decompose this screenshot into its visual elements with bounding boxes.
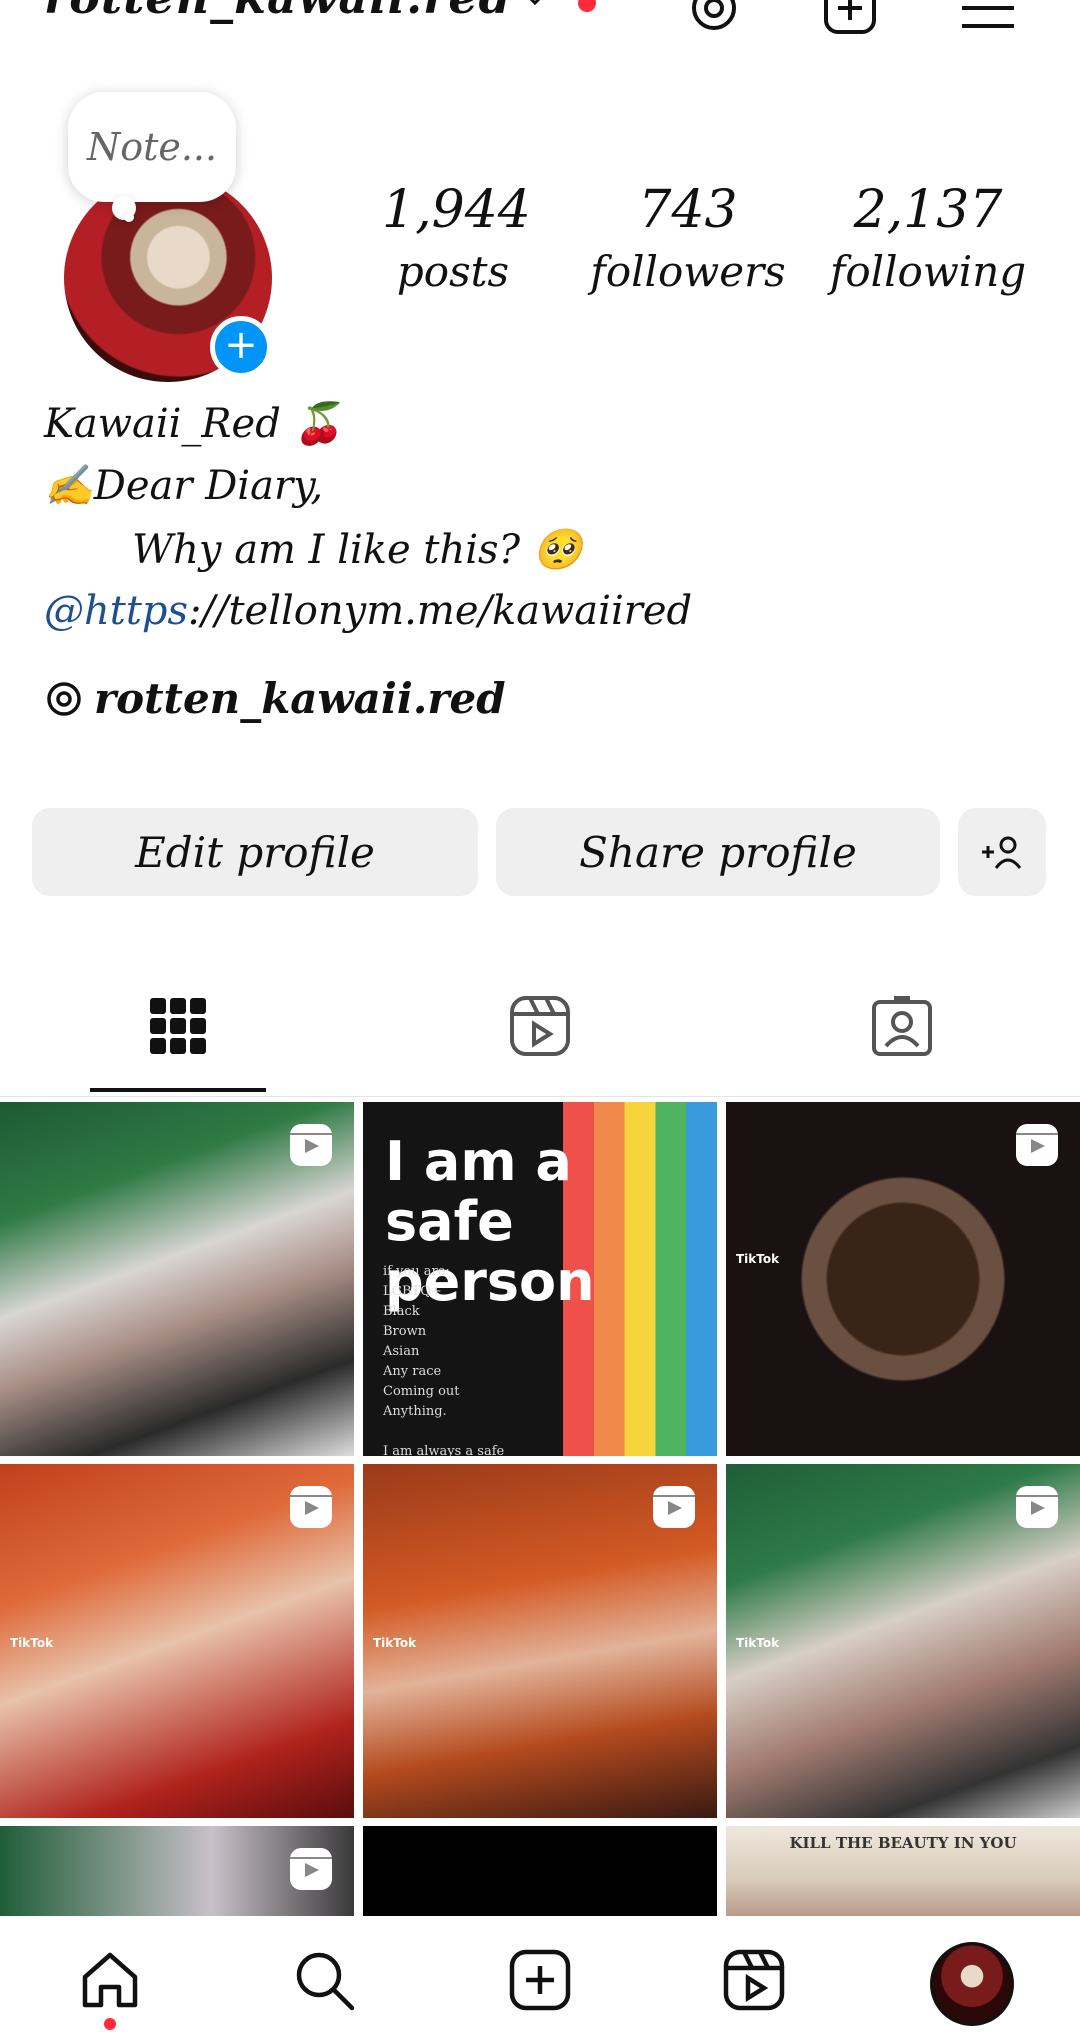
followers-label: followers	[590, 247, 786, 296]
kill-beauty-title: KILL THE BEAUTY IN YOU	[789, 1834, 1017, 1852]
threads-icon[interactable]	[684, 0, 744, 38]
grid-post[interactable]: TikTok	[726, 1102, 1080, 1456]
note-bubble[interactable]: Note...	[68, 92, 236, 202]
tab-posts-grid[interactable]	[128, 986, 228, 1066]
following-label: following	[829, 247, 1027, 296]
bio-link[interactable]: @https://tellonym.me/kawaiired	[44, 588, 692, 634]
safe-person-body: if you are: LGBTQ+ Black Brown Asian Any…	[383, 1264, 505, 1456]
hamburger-menu-icon[interactable]	[958, 0, 1018, 38]
posts-label: posts	[396, 247, 510, 296]
top-bar: rotten_kawaii.red	[0, 0, 1080, 40]
followers-count: 743	[638, 180, 738, 240]
tiktok-watermark: TikTok	[373, 1636, 417, 1650]
nav-profile-avatar[interactable]	[930, 1942, 1014, 2026]
threads-handle: rotten_kawaii.red	[94, 674, 506, 723]
reel-badge-icon	[290, 1486, 332, 1528]
tiktok-watermark: TikTok	[736, 1636, 780, 1650]
notification-dot	[578, 0, 596, 12]
grid-post[interactable]	[0, 1826, 354, 1916]
reel-badge-icon	[290, 1848, 332, 1890]
grid-post[interactable]	[363, 1826, 717, 1916]
tiktok-watermark: TikTok	[10, 1636, 54, 1650]
threads-icon	[47, 681, 81, 716]
account-switcher-username[interactable]: rotten_kawaii.red	[44, 0, 512, 24]
nav-create[interactable]	[502, 1942, 578, 2018]
search-icon	[296, 1952, 355, 2011]
grid-post[interactable]: I am a safe person if you are: LGBTQ+ Bl…	[363, 1102, 717, 1456]
note-bubble-tail-small	[124, 212, 134, 222]
home-notification-dot	[104, 2018, 116, 2030]
grid-post[interactable]: TikTok	[726, 1464, 1080, 1818]
grid-icon	[150, 998, 206, 1054]
following-count: 2,137	[853, 180, 1003, 240]
bio-line-2: Why am I like this? 🥺	[132, 527, 583, 573]
reel-badge-icon	[290, 1124, 332, 1166]
nav-search[interactable]	[286, 1942, 362, 2018]
home-icon	[82, 1952, 138, 2008]
bottom-navigation	[0, 1916, 1080, 2032]
chevron-down-icon[interactable]	[522, 0, 548, 12]
profile-name: Kawaii_Red 🍒	[44, 401, 344, 447]
posts-stat[interactable]: 1,944 posts	[382, 176, 531, 300]
plus-square-icon[interactable]	[820, 0, 880, 38]
posts-count: 1,944	[382, 180, 531, 240]
nav-home[interactable]	[72, 1942, 148, 2018]
grid-post[interactable]: KILL THE BEAUTY IN YOU	[726, 1826, 1080, 1916]
bio-link-prefix[interactable]: @https	[44, 588, 188, 634]
reel-badge-icon	[653, 1486, 695, 1528]
followers-stat[interactable]: 743 followers	[588, 176, 788, 300]
add-person-icon	[982, 836, 1022, 869]
grid-post[interactable]	[0, 1102, 354, 1456]
add-story-button[interactable]: +	[210, 316, 272, 378]
grid-post[interactable]: TikTok	[0, 1464, 354, 1818]
grid-post[interactable]: TikTok	[363, 1464, 717, 1818]
plus-square-icon	[509, 1949, 571, 2011]
discover-people-button[interactable]	[958, 808, 1046, 896]
reel-badge-icon	[1016, 1486, 1058, 1528]
tab-tagged[interactable]	[852, 986, 952, 1066]
reels-icon	[510, 996, 570, 1056]
nav-reels[interactable]	[716, 1942, 792, 2018]
tagged-icon	[872, 996, 932, 1056]
bio-link-rest[interactable]: ://tellonym.me/kawaiired	[188, 588, 692, 634]
active-tab-indicator	[90, 1088, 266, 1092]
share-profile-button[interactable]: Share profile	[496, 808, 940, 896]
tabs-divider	[0, 1096, 1080, 1097]
threads-profile-link[interactable]: rotten_kawaii.red	[44, 674, 506, 723]
bio-line-1: ✍️Dear Diary,	[44, 463, 324, 509]
edit-profile-button[interactable]: Edit profile	[32, 808, 478, 896]
following-stat[interactable]: 2,137 following	[828, 176, 1028, 300]
reel-badge-icon	[1016, 1124, 1058, 1166]
reels-icon	[723, 1949, 785, 2011]
tab-reels[interactable]	[490, 986, 590, 1066]
tiktok-watermark: TikTok	[736, 1252, 780, 1266]
